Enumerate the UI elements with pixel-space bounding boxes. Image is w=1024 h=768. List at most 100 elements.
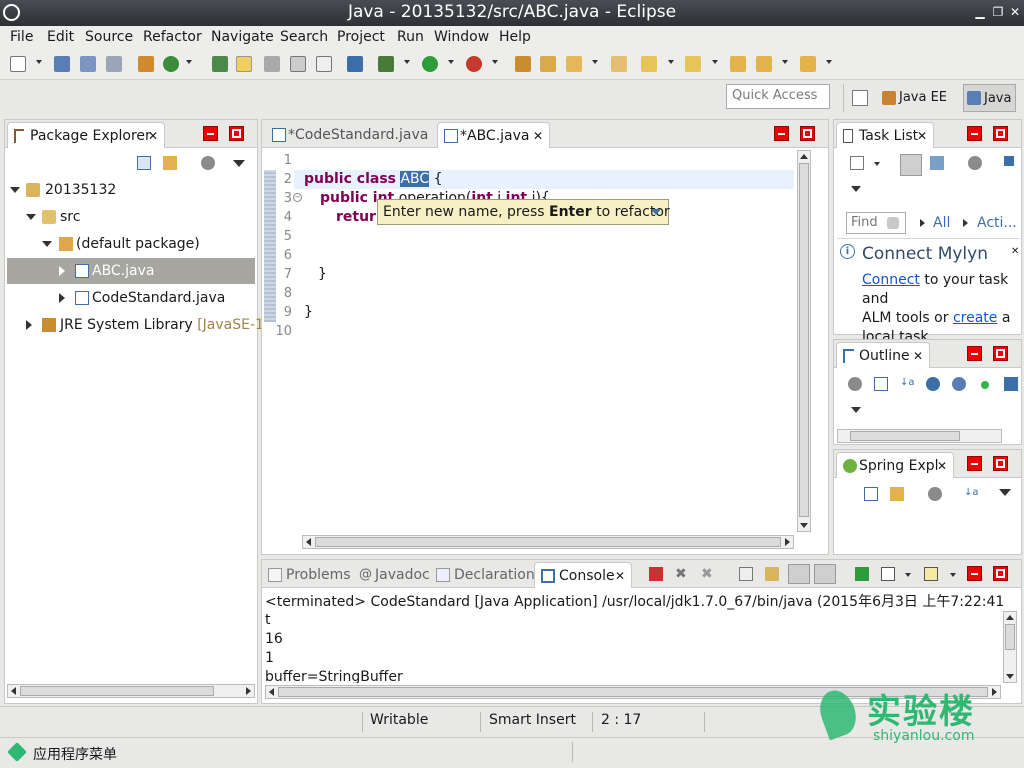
tab-problems[interactable]: Problems — [264, 562, 352, 588]
scrollbar-thumb[interactable] — [799, 163, 809, 517]
menu-help[interactable]: Help — [499, 29, 531, 45]
tree-item-abc-java[interactable]: ABC.java — [7, 258, 255, 284]
scroll-up-icon[interactable] — [800, 154, 808, 159]
new-dropdown-icon[interactable] — [36, 60, 42, 64]
tab-outline[interactable]: Outline ✕ — [836, 342, 930, 368]
tree-item-codestandard-java[interactable]: CodeStandard.java — [7, 285, 255, 311]
close-tab-icon[interactable]: ✕ — [913, 343, 923, 369]
run-dropdown-icon[interactable] — [448, 60, 454, 64]
menu-source[interactable]: Source — [85, 29, 133, 45]
open-type-icon[interactable] — [212, 56, 228, 72]
tab-declaration[interactable]: Declaration — [432, 562, 535, 588]
tab-spring-explorer[interactable]: Spring Expl ✕ — [836, 452, 954, 478]
filter-activate-link[interactable]: Acti... — [977, 215, 1017, 231]
close-tab-icon[interactable]: ✕ — [917, 123, 927, 149]
minimize-view-icon[interactable] — [774, 126, 789, 141]
open-perspective-icon[interactable] — [852, 90, 868, 106]
maximize-view-icon[interactable] — [993, 566, 1008, 581]
code-line-2[interactable]: public class ABC { — [304, 170, 443, 189]
close-window-icon[interactable]: ✕ — [1007, 4, 1023, 20]
maximize-view-icon[interactable] — [800, 126, 815, 141]
collapse-all-icon[interactable] — [864, 487, 878, 501]
expand-arrow-icon[interactable] — [59, 266, 65, 276]
new-java-project-icon[interactable] — [515, 56, 531, 72]
collapse-all-icon[interactable] — [137, 156, 151, 170]
forward-icon[interactable] — [800, 56, 816, 72]
scrollbar-thumb[interactable] — [315, 537, 781, 547]
minimize-window-icon[interactable]: ▁ — [972, 4, 988, 20]
outline-horizontal-scrollbar[interactable] — [837, 429, 1002, 443]
editor-vertical-scrollbar[interactable] — [797, 150, 811, 532]
view-menu-icon[interactable] — [233, 160, 245, 167]
new-class-dropdown-icon[interactable] — [592, 60, 598, 64]
menu-window[interactable]: Window — [434, 29, 489, 45]
menu-navigate[interactable]: Navigate — [211, 29, 274, 45]
tree-item-project[interactable]: 20135132 — [7, 177, 255, 203]
refresh-dropdown-icon[interactable] — [186, 60, 192, 64]
open-folder-icon[interactable] — [611, 56, 627, 72]
scroll-down-icon[interactable] — [1006, 674, 1014, 679]
scroll-right-icon[interactable] — [246, 687, 251, 695]
code-line-9[interactable]: } — [304, 303, 313, 322]
app-menu-button[interactable]: 应用程序菜单 — [33, 744, 117, 764]
maximize-view-icon[interactable] — [993, 346, 1008, 361]
app-menu-icon[interactable] — [7, 742, 27, 762]
filters-icon[interactable] — [848, 377, 862, 391]
menu-project[interactable]: Project — [337, 29, 385, 45]
fold-toggle-icon[interactable]: − — [293, 193, 302, 202]
perspective-java[interactable]: Java — [963, 84, 1016, 112]
next-annotation-icon[interactable] — [641, 56, 657, 72]
save-icon[interactable] — [54, 56, 70, 72]
highlight-icon[interactable] — [236, 56, 252, 72]
debug-dropdown-icon[interactable] — [404, 60, 410, 64]
quick-access-input[interactable]: Quick Access — [726, 84, 830, 109]
minimize-view-icon[interactable] — [967, 456, 982, 471]
scroll-left-icon[interactable] — [11, 687, 16, 695]
close-tab-icon[interactable]: ✕ — [148, 123, 158, 149]
minimize-view-icon[interactable] — [203, 126, 218, 141]
scrollbar-thumb[interactable] — [20, 686, 214, 696]
mylyn-close-icon[interactable]: ✕ — [1011, 246, 1019, 257]
pin-console-dropdown-icon[interactable] — [950, 573, 956, 577]
pin-console-icon[interactable] — [924, 567, 938, 581]
new-package-icon[interactable] — [540, 56, 556, 72]
back-dropdown-icon[interactable] — [782, 60, 788, 64]
maximize-view-icon[interactable] — [229, 126, 244, 141]
external-tools-dropdown-icon[interactable] — [492, 60, 498, 64]
menu-search[interactable]: Search — [280, 29, 328, 45]
scroll-left-icon[interactable] — [306, 538, 311, 546]
link-with-editor-icon[interactable] — [890, 487, 904, 501]
save-all-icon[interactable] — [80, 56, 96, 72]
show-on-stderr-icon[interactable] — [814, 564, 836, 584]
minimize-view-icon[interactable] — [967, 346, 982, 361]
open-console-icon[interactable] — [855, 567, 869, 581]
scrollbar-thumb[interactable] — [1005, 624, 1015, 650]
filters-icon[interactable] — [928, 487, 942, 501]
build-icon[interactable] — [138, 56, 154, 72]
expand-arrow-icon[interactable] — [26, 320, 32, 330]
rename-tooltip[interactable]: Enter new name, press Enter to refactor — [377, 199, 670, 225]
terminate-icon[interactable] — [649, 567, 663, 581]
code-line-7[interactable]: } — [318, 265, 327, 284]
hide-static-icon[interactable] — [952, 377, 966, 391]
tab-abc-java[interactable]: *ABC.java ✕ — [437, 122, 550, 148]
close-tab-icon[interactable]: ✕ — [533, 123, 543, 149]
focus-icon[interactable] — [1004, 156, 1014, 166]
view-menu-icon[interactable] — [851, 186, 861, 192]
maximize-view-icon[interactable] — [993, 456, 1008, 471]
tab-task-list[interactable]: Task List ✕ — [836, 122, 934, 148]
console-output[interactable]: t 16 1 buffer=StringBuffer — [265, 611, 1001, 683]
print-icon[interactable] — [106, 56, 122, 72]
debug-icon[interactable] — [378, 56, 394, 72]
console-vertical-scrollbar[interactable] — [1003, 611, 1017, 683]
restore-window-icon[interactable]: ❐ — [990, 4, 1006, 20]
new-task-icon[interactable] — [850, 156, 864, 170]
back-icon[interactable] — [756, 56, 772, 72]
scroll-up-icon[interactable] — [1006, 615, 1014, 620]
hide-completed-icon[interactable] — [968, 156, 982, 170]
remove-launch-icon[interactable]: ✖ — [675, 567, 689, 581]
prev-annotation-icon[interactable] — [685, 56, 701, 72]
last-edit-icon[interactable] — [730, 56, 746, 72]
close-tab-icon[interactable]: ✕ — [937, 453, 947, 479]
link-with-editor-icon[interactable] — [163, 156, 177, 170]
